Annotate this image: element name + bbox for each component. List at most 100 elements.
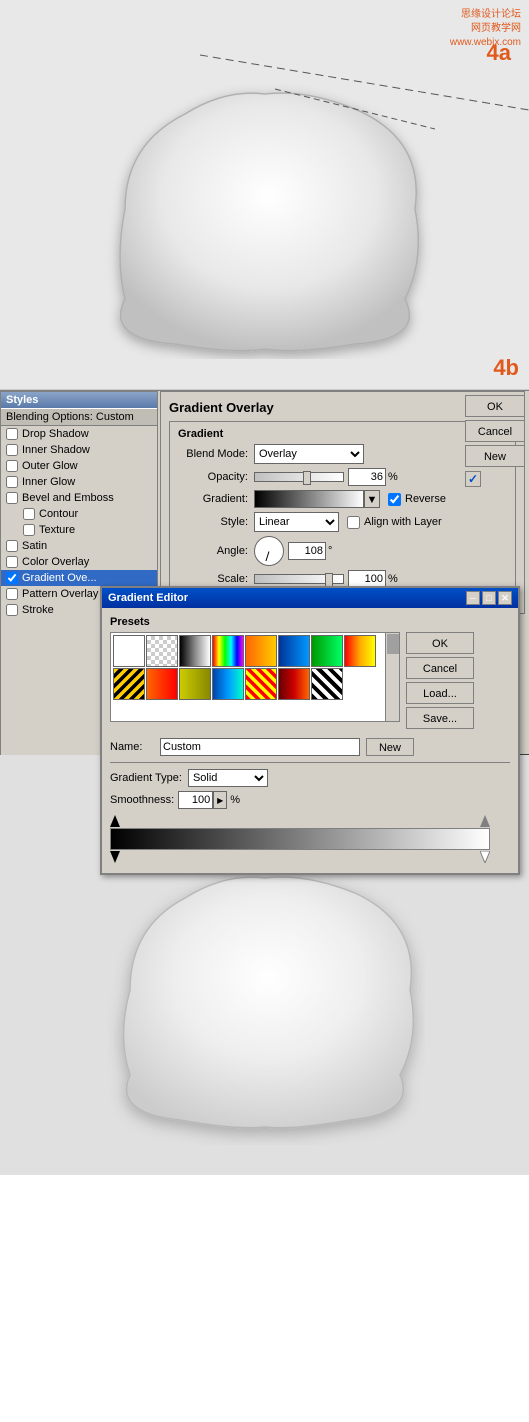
preset-4[interactable] (245, 635, 277, 667)
panel-item-inner-glow[interactable]: Inner Glow (1, 474, 157, 490)
blend-mode-select[interactable]: Overlay (254, 444, 364, 464)
preset-11[interactable] (212, 668, 244, 700)
checkbox-gradient-overlay[interactable] (6, 572, 18, 584)
ge-smooth-input[interactable] (178, 791, 213, 809)
checkbox-right[interactable]: ✓ (465, 471, 481, 487)
preset-5[interactable] (278, 635, 310, 667)
panel-item-color-overlay[interactable]: Color Overlay (1, 554, 157, 570)
ge-name-row: Name: New (110, 738, 510, 756)
ge-gradient-bar[interactable] (110, 828, 490, 850)
style-row: Style: Linear Align with Layer (178, 512, 507, 532)
preset-9[interactable] (146, 668, 178, 700)
align-layer-checkbox[interactable] (347, 516, 360, 529)
opacity-thumb[interactable] (303, 471, 311, 485)
preset-12[interactable] (245, 668, 277, 700)
checkbox-texture[interactable] (23, 524, 35, 536)
ge-side-buttons: OK Cancel Load... Save... (406, 632, 474, 732)
ge-title: Gradient Editor (108, 592, 188, 604)
ge-new-btn[interactable]: New (366, 738, 414, 756)
section-ps: Styles Blending Options: Custom Drop Sha… (0, 390, 529, 755)
checkbox-contour[interactable] (23, 508, 35, 520)
preset-2[interactable] (179, 635, 211, 667)
ge-type-select[interactable]: Solid (188, 769, 268, 787)
preset-3[interactable] (212, 635, 244, 667)
gradient-preview[interactable] (254, 490, 364, 508)
checkbox-stroke[interactable] (6, 604, 18, 616)
ge-type-label: Gradient Type: (110, 772, 182, 784)
label-bevel-emboss: Bevel and Emboss (22, 492, 114, 504)
preset-6[interactable] (311, 635, 343, 667)
style-select[interactable]: Linear (254, 512, 339, 532)
reverse-checkbox[interactable] (388, 493, 401, 506)
scrollbar-thumb[interactable] (387, 634, 399, 654)
ge-ok-button[interactable]: OK (406, 632, 474, 654)
minimize-button[interactable]: ─ (466, 591, 480, 605)
preset-10[interactable] (179, 668, 211, 700)
checkbox-outer-glow[interactable] (6, 460, 18, 472)
checkbox-drop-shadow[interactable] (6, 428, 18, 440)
checkbox-pattern-overlay[interactable] (6, 588, 18, 600)
ge-load-button[interactable]: Load... (406, 682, 474, 704)
ge-smooth-row: Smoothness: ▶ % (110, 791, 510, 809)
ge-name-input[interactable] (160, 738, 360, 756)
align-layer-label: Align with Layer (364, 516, 442, 528)
new-button[interactable]: New (465, 445, 525, 467)
preset-8[interactable] (113, 668, 145, 700)
ge-color-stop-right[interactable] (480, 851, 490, 863)
preset-13[interactable] (278, 668, 310, 700)
panel-title: Styles (1, 392, 157, 408)
scale-label: Scale: (178, 573, 248, 585)
checkbox-bevel-emboss[interactable] (6, 492, 18, 504)
ge-smooth-unit: % (230, 794, 240, 806)
panel-item-gradient-overlay[interactable]: Gradient Ove... (1, 570, 157, 586)
label-texture: Texture (39, 524, 75, 536)
ge-presets-area[interactable] (110, 632, 400, 722)
checkmark-icon: ✓ (468, 472, 478, 486)
gradient-editor: Gradient Editor ─ □ ✕ Presets (100, 586, 520, 875)
blend-mode-label: Blend Mode: (178, 448, 248, 460)
ge-titlebar: Gradient Editor ─ □ ✕ (102, 588, 518, 608)
panel-item-contour[interactable]: Contour (1, 506, 157, 522)
scale-thumb[interactable] (325, 573, 333, 587)
checkbox-satin[interactable] (6, 540, 18, 552)
panel-item-outer-glow[interactable]: Outer Glow (1, 458, 157, 474)
ok-button[interactable]: OK (465, 395, 525, 417)
opacity-input[interactable] (348, 468, 386, 486)
close-button[interactable]: ✕ (498, 591, 512, 605)
ge-type-row: Gradient Type: Solid (110, 769, 510, 787)
blob-4a (95, 79, 435, 359)
panel-item-texture[interactable]: Texture (1, 522, 157, 538)
opacity-row: Opacity: % (178, 468, 507, 486)
preset-0[interactable] (113, 635, 145, 667)
ge-scrollbar[interactable] (385, 633, 399, 721)
opacity-unit: % (388, 471, 398, 483)
ge-save-button[interactable]: Save... (406, 707, 474, 729)
checkbox-inner-glow[interactable] (6, 476, 18, 488)
preset-7[interactable] (344, 635, 376, 667)
opacity-slider[interactable] (254, 472, 344, 482)
angle-label: Angle: (178, 545, 248, 557)
panel-item-drop-shadow[interactable]: Drop Shadow (1, 426, 157, 442)
angle-input[interactable] (288, 542, 326, 560)
preset-14[interactable] (311, 668, 343, 700)
section-4a: 思缘设计论坛 网页教学网 www.webjx.com 4a 4b (0, 0, 529, 390)
cancel-button[interactable]: Cancel (465, 420, 525, 442)
gradient-dropdown-arrow[interactable]: ▼ (364, 490, 380, 508)
ge-presets-grid (111, 633, 399, 702)
checkbox-inner-shadow[interactable] (6, 444, 18, 456)
panel-item-bevel-emboss[interactable]: Bevel and Emboss (1, 490, 157, 506)
ge-color-stop-left[interactable] (110, 851, 120, 863)
angle-dial[interactable] (254, 536, 284, 566)
scale-slider[interactable] (254, 574, 344, 584)
checkbox-color-overlay[interactable] (6, 556, 18, 568)
ge-opacity-stop-left[interactable] (110, 815, 120, 827)
ge-smooth-arrow[interactable]: ▶ (213, 791, 227, 809)
label-satin: Satin (22, 540, 47, 552)
restore-button[interactable]: □ (482, 591, 496, 605)
blending-options-title[interactable]: Blending Options: Custom (1, 408, 157, 426)
ge-opacity-stop-right[interactable] (480, 815, 490, 827)
preset-1[interactable] (146, 635, 178, 667)
ge-cancel-button[interactable]: Cancel (406, 657, 474, 679)
panel-item-satin[interactable]: Satin (1, 538, 157, 554)
panel-item-inner-shadow[interactable]: Inner Shadow (1, 442, 157, 458)
